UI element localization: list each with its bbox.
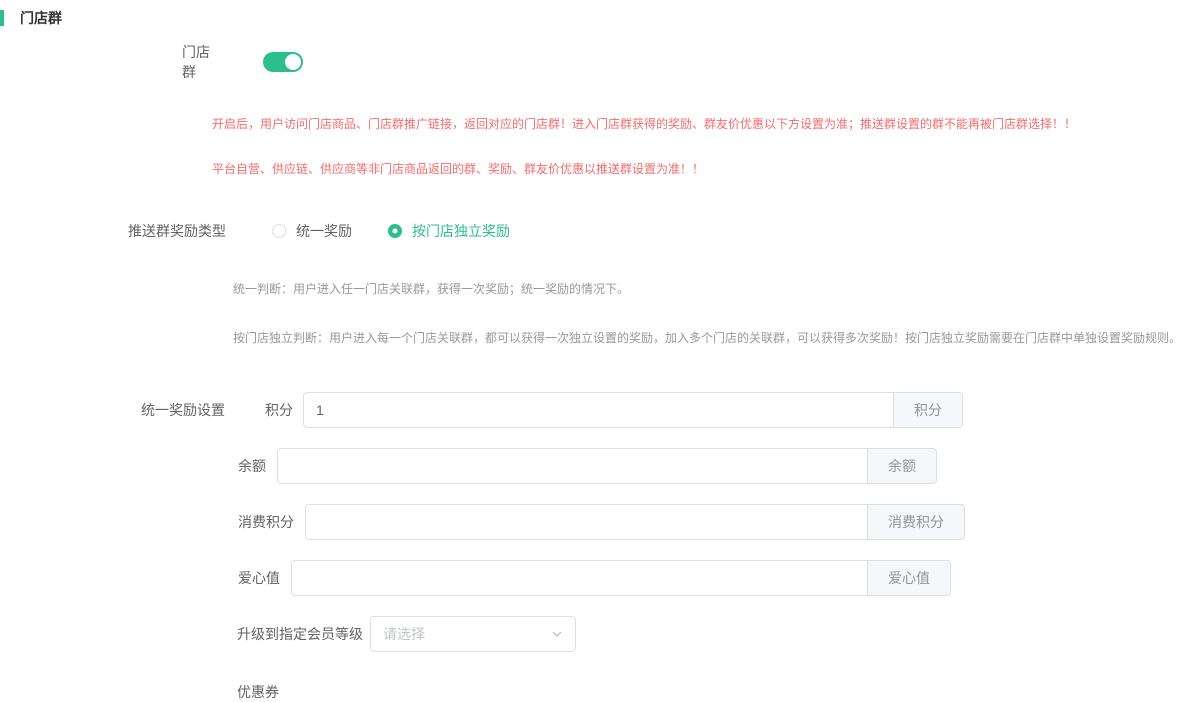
help-text-1: 统一判断：用户进入任一门店关联群，获得一次奖励；统一奖励的情况下。: [0, 283, 1193, 296]
member-level-placeholder: 请选择: [383, 624, 551, 644]
consume-points-input[interactable]: [305, 504, 867, 540]
points-input[interactable]: [303, 392, 893, 428]
field-row-love-value: 爱心值 爱心值: [0, 560, 1193, 596]
switch-knob: [285, 54, 301, 70]
page-title: 门店群: [20, 8, 62, 28]
store-group-toggle-switch[interactable]: [263, 52, 303, 72]
help-text-2: 按门店独立判断：用户进入每一个门店关联群，都可以获得一次独立设置的奖励，加入多个…: [0, 332, 1193, 345]
chevron-down-icon: [551, 628, 563, 640]
section-header: 门店群: [0, 10, 1193, 26]
balance-input-suffix: 余额: [867, 448, 937, 484]
radio-per-store-reward-label: 按门店独立奖励: [412, 221, 510, 241]
radio-unchecked-icon: [272, 224, 286, 238]
reward-type-row: 推送群奖励类型 统一奖励 按门店独立奖励: [0, 223, 1193, 239]
love-value-input-suffix: 爱心值: [867, 560, 951, 596]
reward-type-label: 推送群奖励类型: [128, 221, 242, 241]
love-value-input-group: 爱心值: [291, 560, 951, 596]
unified-reward-section-label: 统一奖励设置: [141, 400, 225, 420]
member-level-select[interactable]: 请选择: [370, 616, 576, 652]
member-level-row: 升级到指定会员等级 请选择: [0, 616, 1193, 652]
warning-text-1: 开启后，用户访问门店商品、门店群推广链接，返回对应的门店群！进入门店群获得的奖励…: [0, 118, 1193, 131]
member-level-label: 升级到指定会员等级: [237, 624, 363, 644]
balance-field-label: 余额: [238, 456, 266, 476]
field-row-consume-points: 消费积分 消费积分: [0, 504, 1193, 540]
radio-unified-reward-label: 统一奖励: [296, 221, 352, 241]
points-input-suffix: 积分: [893, 392, 963, 428]
points-field-label: 积分: [265, 400, 293, 420]
coupon-label: 优惠券: [0, 682, 1193, 702]
field-row-points: 统一奖励设置 积分 积分: [0, 392, 1193, 428]
love-value-field-label: 爱心值: [238, 568, 280, 588]
balance-input[interactable]: [277, 448, 867, 484]
balance-input-group: 余额: [277, 448, 937, 484]
store-group-settings-page: 门店群 门店群 开启后，用户访问门店商品、门店群推广链接，返回对应的门店群！进入…: [0, 0, 1193, 695]
radio-unified-reward[interactable]: 统一奖励: [272, 221, 352, 241]
section-accent-bar: [0, 10, 4, 26]
radio-checked-icon: [388, 224, 402, 238]
consume-points-field-label: 消费积分: [238, 512, 294, 532]
store-group-toggle-label: 门店群: [182, 42, 213, 82]
love-value-input[interactable]: [291, 560, 867, 596]
consume-points-input-group: 消费积分: [305, 504, 965, 540]
store-group-toggle-row: 门店群: [0, 52, 1193, 72]
warning-text-2: 平台自营、供应链、供应商等非门店商品返回的群、奖励、群友价优惠以推送群设置为准！…: [0, 163, 1193, 176]
consume-points-input-suffix: 消费积分: [867, 504, 965, 540]
points-input-group: 积分: [303, 392, 963, 428]
field-row-balance: 余额 余额: [0, 448, 1193, 484]
radio-per-store-reward[interactable]: 按门店独立奖励: [388, 221, 510, 241]
